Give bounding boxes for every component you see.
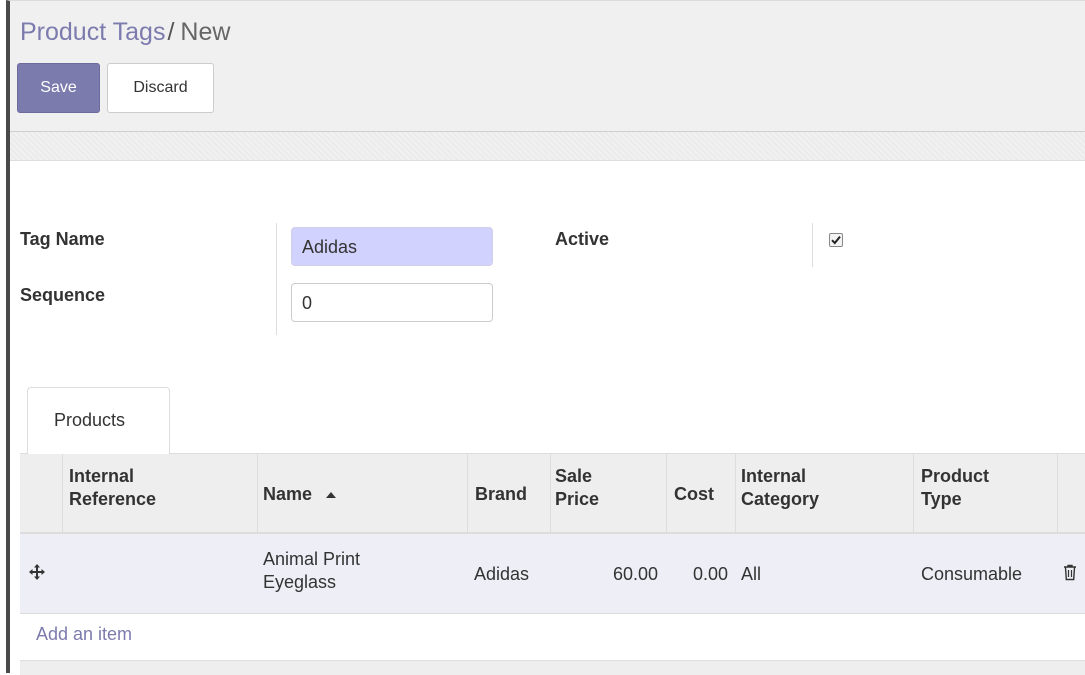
breadcrumb-current: New <box>180 18 231 46</box>
tag-name-label: Tag Name <box>20 229 105 249</box>
active-separator <box>812 223 813 267</box>
column-label: Price <box>555 489 600 509</box>
column-label: Sale <box>555 466 593 486</box>
column-label: Cost <box>674 484 714 504</box>
sequence-label: Sequence <box>20 285 106 305</box>
tag-name-input[interactable]: Adidas <box>291 227 493 266</box>
column-brand[interactable]: Brand <box>475 483 527 506</box>
column-label: Brand <box>475 484 528 504</box>
breadcrumb-parent-link[interactable]: Product Tags <box>20 18 165 46</box>
column-label: Internal <box>69 466 135 486</box>
cell-name[interactable]: Animal Print Eyeglass <box>263 548 360 594</box>
column-divider <box>1057 454 1058 534</box>
add-an-item-link[interactable]: Add an item <box>36 624 132 645</box>
column-label: Category <box>741 489 820 509</box>
tab-products[interactable]: Products <box>27 387 170 454</box>
column-divider <box>257 454 258 534</box>
column-name[interactable]: Name <box>263 483 337 506</box>
column-cost[interactable]: Cost <box>674 483 714 506</box>
column-sale-price[interactable]: Sale Price <box>555 465 599 511</box>
active-label: Active <box>555 229 610 249</box>
trash-icon[interactable] <box>1063 564 1077 581</box>
cell-brand[interactable]: Adidas <box>474 563 529 586</box>
column-label: Reference <box>69 489 157 509</box>
drag-handle-icon[interactable] <box>28 563 46 581</box>
statusbar-stripe <box>10 132 1085 161</box>
cell-internal-category[interactable]: All <box>741 563 761 586</box>
column-label: Type <box>921 489 962 509</box>
column-product-type[interactable]: Product Type <box>921 465 989 511</box>
cell-name-line: Animal Print <box>263 549 361 569</box>
column-divider <box>735 454 736 534</box>
column-label: Name <box>263 484 313 504</box>
column-divider <box>467 454 468 534</box>
cell-product-type[interactable]: Consumable <box>921 563 1022 586</box>
cell-sale-price[interactable]: 60.00 <box>550 563 658 586</box>
column-divider <box>913 454 914 534</box>
control-panel: Product Tags/New Save Discard <box>10 1 1085 132</box>
sort-ascending-icon <box>326 492 337 499</box>
cell-name-line: Eyeglass <box>263 572 337 592</box>
sequence-input[interactable]: 0 <box>291 283 493 322</box>
active-checkbox[interactable] <box>829 233 843 247</box>
column-divider <box>550 454 551 534</box>
column-internal-reference[interactable]: Internal Reference <box>69 465 156 511</box>
breadcrumb: Product Tags/New <box>20 17 230 47</box>
column-divider <box>666 454 667 534</box>
breadcrumb-separator: / <box>167 18 175 46</box>
tab-products-label: Products <box>54 410 126 430</box>
discard-button[interactable]: Discard <box>107 63 214 113</box>
save-button[interactable]: Save <box>17 63 100 113</box>
column-divider <box>62 454 63 534</box>
column-label: Internal <box>741 466 807 486</box>
column-label: Product <box>921 466 990 486</box>
column-internal-category[interactable]: Internal Category <box>741 465 819 511</box>
field-separator <box>276 223 277 335</box>
checkmark-icon <box>831 235 841 245</box>
form-view: Product Tags/New Save Discard Tag Name S… <box>6 0 1085 675</box>
cell-cost[interactable]: 0.00 <box>666 563 728 586</box>
